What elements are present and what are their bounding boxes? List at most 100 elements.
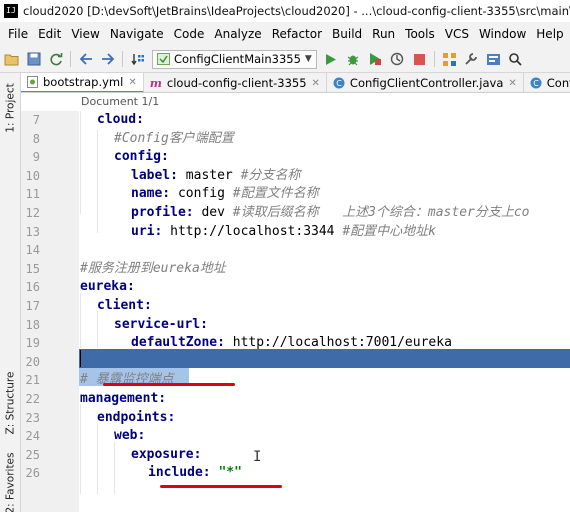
sync-icon[interactable] xyxy=(48,52,63,67)
yaml-key: label: xyxy=(131,167,178,183)
code-line: 20 xyxy=(0,353,570,372)
close-icon[interactable]: ✕ xyxy=(312,78,320,89)
run-configuration-label: ConfigClientMain3355 xyxy=(174,52,301,66)
folder-icon[interactable] xyxy=(4,52,19,67)
close-icon[interactable]: ✕ xyxy=(128,77,136,88)
profile-icon[interactable] xyxy=(390,52,405,67)
line-number: 25 xyxy=(25,447,40,462)
yaml-key: profile: xyxy=(131,205,194,220)
line-number: 11 xyxy=(25,187,40,202)
yaml-key: endpoints: xyxy=(97,409,176,425)
yaml-value: http://localhost:3344 xyxy=(162,223,343,239)
code-line: 15 #服务注册到eureka地址 xyxy=(0,260,570,279)
code-text: web: xyxy=(80,427,145,446)
code-line: 7 cloud: xyxy=(0,111,570,130)
tab-bootstrap-yml[interactable]: bootstrap.yml ✕ xyxy=(21,73,144,92)
code-line: 23 endpoints: xyxy=(0,409,570,428)
coverage-icon[interactable] xyxy=(368,52,383,67)
project-structure-icon[interactable] xyxy=(442,52,457,67)
yaml-comment: #服务注册到eureka地址 xyxy=(80,260,226,276)
text-cursor xyxy=(80,350,81,367)
code-text: #Config客户端配置 xyxy=(80,130,234,149)
code-line: 21 # 暴露监控端点 xyxy=(0,371,570,390)
menu-window[interactable]: Window xyxy=(474,27,531,41)
line-number: 22 xyxy=(25,392,40,406)
intellij-app-icon: IJ xyxy=(4,4,18,18)
line-number: 14 xyxy=(25,243,40,258)
code-line: 9 config: xyxy=(0,148,570,167)
yaml-comment: #读取后缀名称 上述3个综合：master分支上co xyxy=(232,205,530,220)
run-configuration-dropdown[interactable]: ConfigClientMain3355 ▼ xyxy=(152,49,317,69)
editor-tabs: bootstrap.yml ✕ m cloud-config-client-33… xyxy=(21,73,570,93)
yaml-key: eureka: xyxy=(80,279,135,295)
forward-arrow-icon[interactable] xyxy=(100,52,115,67)
toolbar-separator xyxy=(122,51,123,67)
build-icon[interactable] xyxy=(130,52,145,67)
code-line: 18 service-url: xyxy=(0,316,570,335)
yaml-key: service-url: xyxy=(114,316,208,332)
toolbar-separator xyxy=(433,51,435,67)
ibeam-cursor-icon: I xyxy=(253,449,262,465)
code-line: 10 label: master #分支名称 xyxy=(0,167,570,186)
yaml-value: dev xyxy=(193,205,233,220)
line-number: 12 xyxy=(25,206,40,220)
code-line: 17 client: xyxy=(0,297,570,316)
code-line: 24 web: xyxy=(0,427,570,446)
main-toolbar: ConfigClientMain3355 ▼ xyxy=(0,46,570,73)
breadcrumb: Document 1/1 xyxy=(21,93,570,111)
yaml-key: name: xyxy=(131,186,171,202)
code-line: 11 name: config #配置文件名称 xyxy=(0,185,570,204)
sdk-icon[interactable] xyxy=(486,52,501,67)
menu-navigate[interactable]: Navigate xyxy=(105,27,169,41)
code-text: endpoints: xyxy=(80,409,175,428)
search-icon[interactable] xyxy=(508,52,523,67)
spring-boot-icon xyxy=(157,53,170,65)
tab-configclientcontroller-java[interactable]: C ConfigClientController.java ✕ xyxy=(327,73,524,92)
menu-run[interactable]: Run xyxy=(367,27,400,41)
yaml-key: config: xyxy=(114,149,169,165)
run-icon[interactable] xyxy=(324,52,339,67)
yaml-string: "*" xyxy=(218,465,242,481)
code-text: name: config #配置文件名称 xyxy=(80,185,319,204)
debug-icon[interactable] xyxy=(346,52,361,67)
back-arrow-icon[interactable] xyxy=(78,52,93,67)
code-text: management: xyxy=(80,390,166,409)
menu-refactor[interactable]: Refactor xyxy=(267,27,327,41)
code-text: profile: dev #读取后缀名称 上述3个综合：master分支上co xyxy=(80,204,530,223)
stop-icon[interactable] xyxy=(412,52,427,67)
menu-file[interactable]: File xyxy=(3,27,33,41)
code-text: label: master #分支名称 xyxy=(80,167,300,186)
menu-edit[interactable]: Edit xyxy=(33,27,66,41)
wrench-icon[interactable] xyxy=(464,52,479,67)
menu-tools[interactable]: Tools xyxy=(400,27,440,41)
line-number: 20 xyxy=(25,354,40,369)
menu-code[interactable]: Code xyxy=(169,27,210,41)
code-line: 13 uri: http://localhost:3344 #配置中心地址k xyxy=(0,223,570,242)
line-number: 16 xyxy=(25,280,40,295)
tab-cloud-config-client-3355[interactable]: m cloud-config-client-3355 ✕ xyxy=(144,73,327,92)
code-text: cloud: xyxy=(80,111,144,130)
yaml-key: cloud: xyxy=(97,112,144,127)
yaml-comment: #配置文件名称 xyxy=(232,186,319,202)
menu-build[interactable]: Build xyxy=(327,27,367,41)
tab-label: ConfigClientController.java xyxy=(349,76,504,90)
line-number: 19 xyxy=(25,336,40,351)
yaml-value: master xyxy=(177,167,241,183)
code-line: 19 defaultZone: http://localhost:7001/eu… xyxy=(0,334,570,353)
menu-vcs[interactable]: VCS xyxy=(440,27,474,41)
menu-help[interactable]: Help xyxy=(531,27,568,41)
yaml-comment: #配置中心地址k xyxy=(342,223,436,239)
yaml-key: client: xyxy=(97,298,152,313)
yaml-key: defaultZone: xyxy=(131,335,225,351)
line-number: 15 xyxy=(25,261,40,276)
tab-configclientmain3355[interactable]: C ConfigClientMain33 xyxy=(524,73,570,92)
yaml-comment: #分支名称 xyxy=(240,167,301,183)
save-icon[interactable] xyxy=(26,52,41,67)
menu-analyze[interactable]: Analyze xyxy=(209,27,266,41)
menu-view[interactable]: View xyxy=(66,27,104,41)
line-number: 24 xyxy=(25,429,40,444)
yaml-key: uri: xyxy=(131,223,163,239)
line-number: 10 xyxy=(25,168,40,183)
close-icon[interactable]: ✕ xyxy=(508,78,516,89)
svg-text:C: C xyxy=(533,79,539,88)
